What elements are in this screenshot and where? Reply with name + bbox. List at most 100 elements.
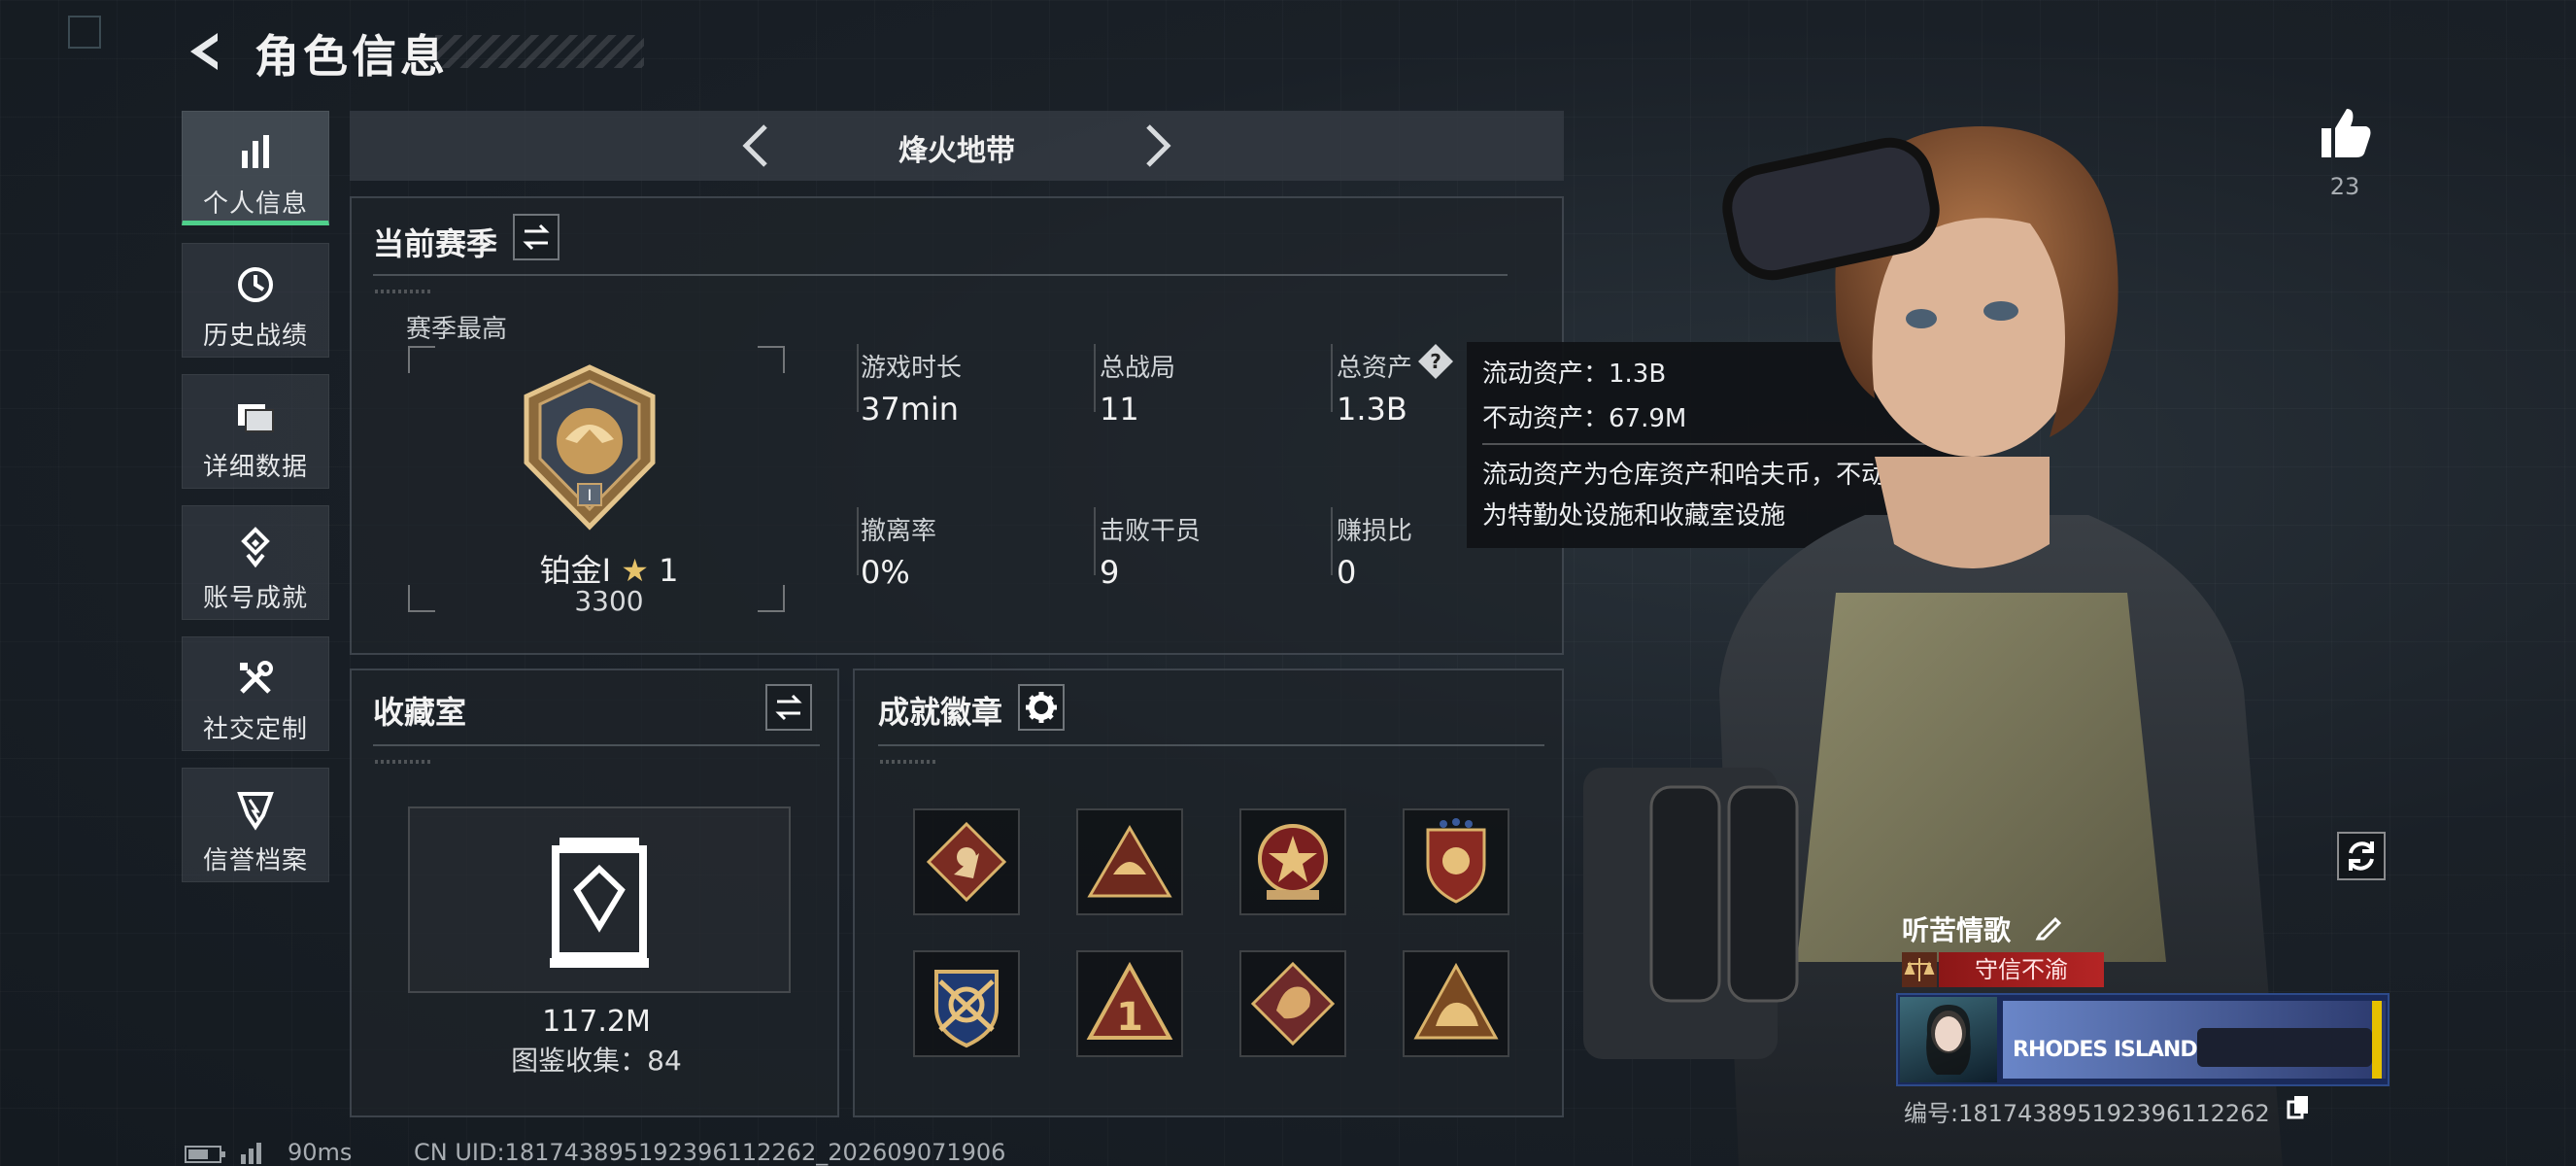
svg-text:1: 1 (1116, 995, 1143, 1040)
divider (373, 274, 1508, 276)
badge-shield-icon[interactable] (1403, 808, 1509, 915)
corner-mark (68, 16, 101, 49)
stat-value: 0% (861, 554, 910, 591)
divider (373, 744, 820, 746)
season-panel: 当前赛季 赛季最高 I 铂金Ⅰ ★ 1 3300 游戏时长 37min 总战局 … (350, 196, 1564, 655)
collection-title: 收藏室 (373, 694, 467, 731)
frame-corner (408, 346, 435, 373)
stat-label: 总资产 (1337, 354, 1413, 383)
collection-value: 117.2M (542, 1005, 651, 1039)
sidebar-item-label: 账号成就 (202, 584, 308, 613)
stat-label: 游戏时长 (861, 354, 963, 383)
collection-preview (408, 806, 791, 993)
sidebar-item-credit[interactable]: 信誉档案 (182, 768, 329, 882)
sidebar-item-achievements[interactable]: 账号成就 (182, 505, 329, 620)
badge-star-medal-icon[interactable] (1239, 808, 1346, 915)
stat-label: 击败干员 (1100, 517, 1202, 546)
banner-text: RHODES ISLAND (2013, 1038, 2198, 1062)
thumbs-up-icon[interactable] (2316, 103, 2374, 161)
swap-icon (775, 694, 802, 721)
decoration (880, 760, 938, 764)
divider (1094, 344, 1096, 412)
ping-value: 90ms (288, 1139, 353, 1166)
sidebar-item-social[interactable]: 社交定制 (182, 636, 329, 751)
sidebar-item-label: 历史战绩 (202, 322, 308, 351)
likes-count: 23 (2329, 173, 2360, 200)
bar-chart-icon (242, 135, 269, 168)
stat-label: 赚损比 (1337, 517, 1413, 546)
title-badge: 守信不渝 (1902, 952, 2143, 987)
divider (857, 344, 859, 412)
footer-uid: CN UID:18174389519239611226​2_2026090719… (414, 1139, 1006, 1166)
badge-crossed-arrows-icon[interactable] (913, 950, 1020, 1057)
achievement-icon (241, 527, 270, 568)
divider (1331, 344, 1333, 412)
rank-stars: 1 (659, 552, 679, 589)
rank-points: 3300 (574, 585, 644, 617)
credit-icon (237, 792, 274, 831)
gear-icon (1026, 692, 1057, 723)
stat-value: 1.3B (1337, 391, 1407, 428)
player-name: 听苦情歌 (1902, 914, 2012, 946)
stat-value: 9 (1100, 554, 1120, 591)
stat-value: 11 (1100, 391, 1139, 428)
svg-text:?: ? (1430, 350, 1441, 373)
profile-banner[interactable]: RHODES ISLAND (1896, 993, 2390, 1086)
player-uid: 编号:18174389519239611226​2 (1904, 1100, 2270, 1127)
sidebar-item-profile[interactable]: 个人信息 (182, 111, 329, 225)
edit-icon[interactable] (2034, 911, 2065, 943)
collection-count: 图鉴收集：84 (511, 1045, 682, 1077)
divider (1331, 507, 1333, 575)
rank-emblem-icon: I (524, 364, 656, 531)
mode-selector: 烽火地带 (350, 111, 1564, 181)
avatar (1900, 997, 1997, 1082)
achievements-settings-button[interactable] (1018, 684, 1065, 731)
vault-icon (550, 838, 649, 968)
stat-value: 37min (861, 391, 960, 428)
badge-runner-icon[interactable] (913, 808, 1020, 915)
page-title: 角色信息 (254, 30, 449, 83)
help-icon: ? (1418, 344, 1453, 379)
scales-icon (1902, 952, 1937, 987)
sidebar-item-details[interactable]: 详细数据 (182, 374, 329, 489)
folder-icon (238, 404, 274, 432)
signal-icon (241, 1143, 261, 1164)
season-title: 当前赛季 (373, 225, 498, 262)
collection-switch-button[interactable] (765, 684, 812, 731)
sidebar-item-label: 社交定制 (202, 715, 308, 744)
stat-value: 0 (1337, 554, 1357, 591)
sidebar-item-label: 个人信息 (202, 189, 308, 219)
stat-label: 总战局 (1100, 354, 1176, 383)
star-icon: ★ (621, 552, 649, 589)
sidebar-item-label: 详细数据 (202, 453, 308, 482)
banner-stripe (2372, 1001, 2382, 1079)
back-arrow-icon[interactable] (181, 27, 229, 76)
refresh-icon (2349, 841, 2374, 871)
badge-number-one-icon[interactable]: 1 (1076, 950, 1183, 1057)
achievements-title: 成就徽章 (878, 694, 1003, 731)
history-icon (238, 267, 273, 302)
collection-panel[interactable]: 收藏室 117.2M 图鉴收集：84 (350, 669, 839, 1117)
badge-dragon-icon[interactable] (1239, 950, 1346, 1057)
battery-icon (185, 1146, 225, 1163)
rank-name: 铂金Ⅰ (539, 552, 612, 589)
swap-icon (523, 223, 550, 251)
help-button[interactable]: ? (1416, 342, 1455, 381)
stat-label: 撤离率 (861, 517, 937, 546)
title-decoration (435, 35, 644, 68)
tools-icon (240, 661, 273, 694)
badge-helmet-icon[interactable] (1076, 808, 1183, 915)
decoration (375, 760, 433, 764)
svg-text:I: I (588, 486, 593, 504)
avatar-portrait-icon (1926, 1005, 1971, 1075)
chevron-right-icon[interactable] (1138, 122, 1177, 169)
title-badge-label: 守信不渝 (1939, 952, 2104, 987)
mode-label: 烽火地带 (898, 134, 1015, 168)
divider (1094, 507, 1096, 575)
season-switch-button[interactable] (513, 214, 559, 260)
rotate-button[interactable] (2337, 832, 2386, 880)
season-best-label: 赛季最高 (406, 315, 508, 344)
badge-beast-icon[interactable] (1403, 950, 1509, 1057)
sidebar-item-history[interactable]: 历史战绩 (182, 243, 329, 358)
copy-icon[interactable] (2287, 1094, 2312, 1119)
